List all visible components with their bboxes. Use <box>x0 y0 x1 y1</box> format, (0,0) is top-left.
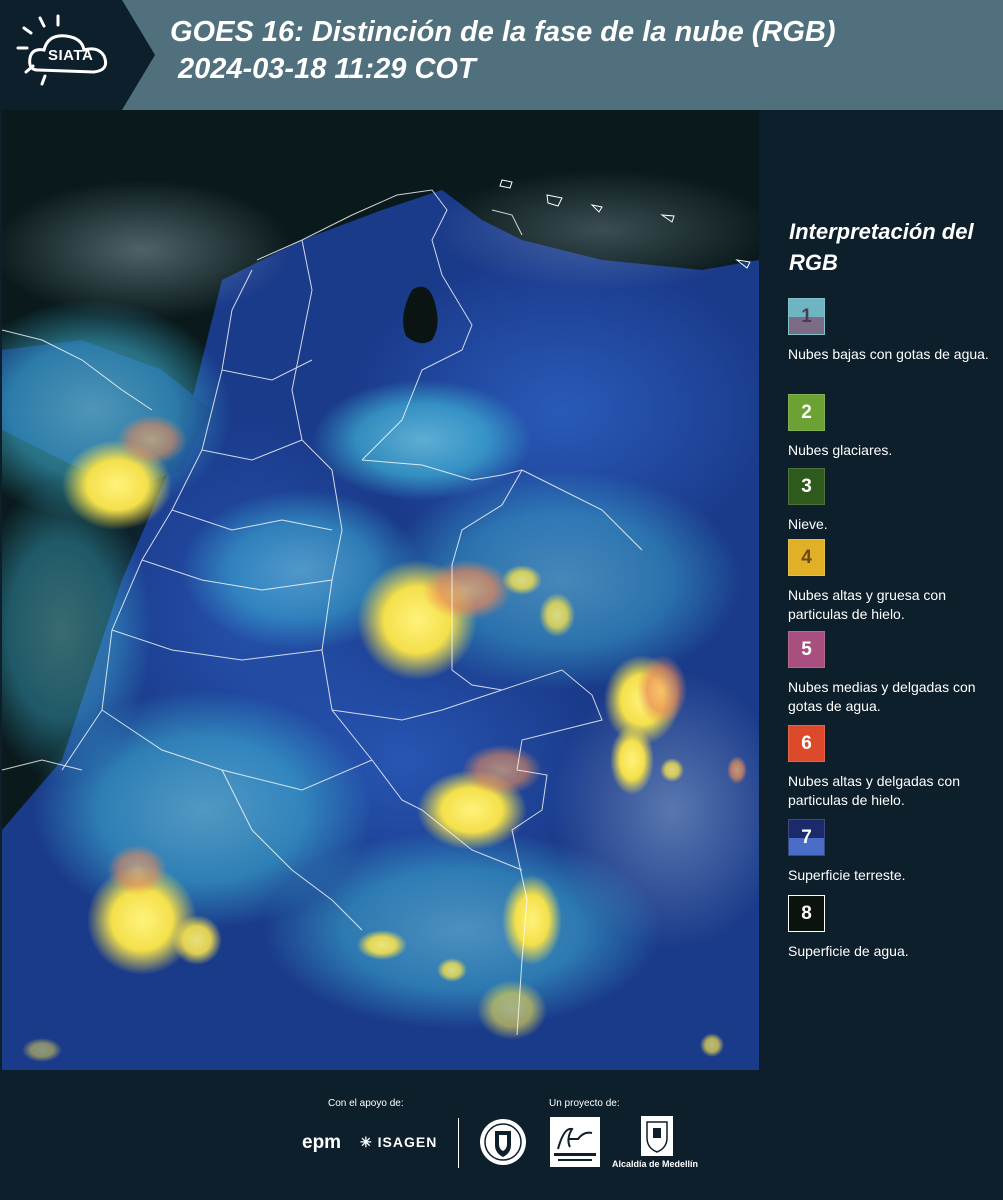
legend-item-7: 7 Superficie terreste. <box>788 819 998 885</box>
university-seal-icon <box>480 1119 526 1165</box>
legend-number-2: 2 <box>801 402 812 423</box>
legend-label-5: Nubes medias y delgadas con gotas de agu… <box>788 679 976 714</box>
legend-item-1: 1 Nubes bajas con gotas de agua. <box>788 298 998 364</box>
legend-swatch-8: 8 <box>788 895 825 932</box>
legend-swatch-1: 1 <box>788 298 825 335</box>
legend-item-4: 4 Nubes altas y gruesa con particulas de… <box>788 539 998 624</box>
isagen-logo: ✳ ISAGEN <box>360 1134 437 1151</box>
page-title: GOES 16: Distinción de la fase de la nub… <box>170 14 836 88</box>
legend-item-3: 3 Nieve. <box>788 468 998 534</box>
legend-swatch-3: 3 <box>788 468 825 505</box>
header-bar: SIATA GOES 16: Distinción de la fase de … <box>0 0 1003 110</box>
legend-label-4: Nubes altas y gruesa con particulas de h… <box>788 587 946 622</box>
legend-item-6: 6 Nubes altas y delgadas con particulas … <box>788 725 998 810</box>
legend-label-1: Nubes bajas con gotas de agua. <box>788 346 989 362</box>
legend-label-8: Superficie de agua. <box>788 943 909 959</box>
isagen-logo-text: ISAGEN <box>377 1134 438 1150</box>
legend-panel: Interpretación del RGB 1 Nubes bajas con… <box>762 110 1003 1070</box>
support-label: Con el apoyo de: <box>328 1098 404 1109</box>
project-label: Un proyecto de: <box>549 1098 620 1109</box>
legend-number-8: 8 <box>801 903 812 924</box>
legend-label-2: Nubes glaciares. <box>788 442 893 458</box>
title-product: GOES 16: Distinción de la fase de la nub… <box>170 16 836 48</box>
legend-number-7: 7 <box>801 827 812 848</box>
siata-logo: SIATA <box>0 0 155 110</box>
legend-number-6: 6 <box>801 733 812 754</box>
legend-swatch-5: 5 <box>788 631 825 668</box>
area-metropolitana-logo <box>550 1117 600 1167</box>
legend-swatch-4: 4 <box>788 539 825 576</box>
legend-label-3: Nieve. <box>788 516 828 532</box>
footer-sponsors: Con el apoyo de: Un proyecto de: epm ✳ I… <box>0 1070 1003 1200</box>
legend-label-7: Superficie terreste. <box>788 867 906 883</box>
legend-swatch-7: 7 <box>788 819 825 856</box>
legend-label-6: Nubes altas y delgadas con particulas de… <box>788 773 960 808</box>
epm-logo: epm <box>302 1132 342 1153</box>
legend-title: Interpretación del RGB <box>789 219 974 275</box>
legend-number-5: 5 <box>801 639 812 660</box>
footer-divider <box>458 1118 459 1168</box>
legend-item-8: 8 Superficie de agua. <box>788 895 998 961</box>
legend-number-3: 3 <box>801 476 812 497</box>
legend-number-4: 4 <box>801 547 812 568</box>
alcaldia-label: Alcaldía de Medellín <box>612 1159 699 1169</box>
title-timestamp: 2024-03-18 11:29 COT <box>178 53 476 85</box>
isagen-mark-icon: ✳ <box>360 1134 378 1150</box>
siata-logo-text: SIATA <box>48 47 94 64</box>
legend-item-5: 5 Nubes medias y delgadas con gotas de a… <box>788 631 998 716</box>
alcaldia-shield-icon <box>641 1116 673 1156</box>
legend-number-1: 1 <box>801 306 812 327</box>
legend-swatch-2: 2 <box>788 394 825 431</box>
satellite-image <box>2 110 759 1070</box>
legend-swatch-6: 6 <box>788 725 825 762</box>
legend-item-2: 2 Nubes glaciares. <box>788 394 998 460</box>
